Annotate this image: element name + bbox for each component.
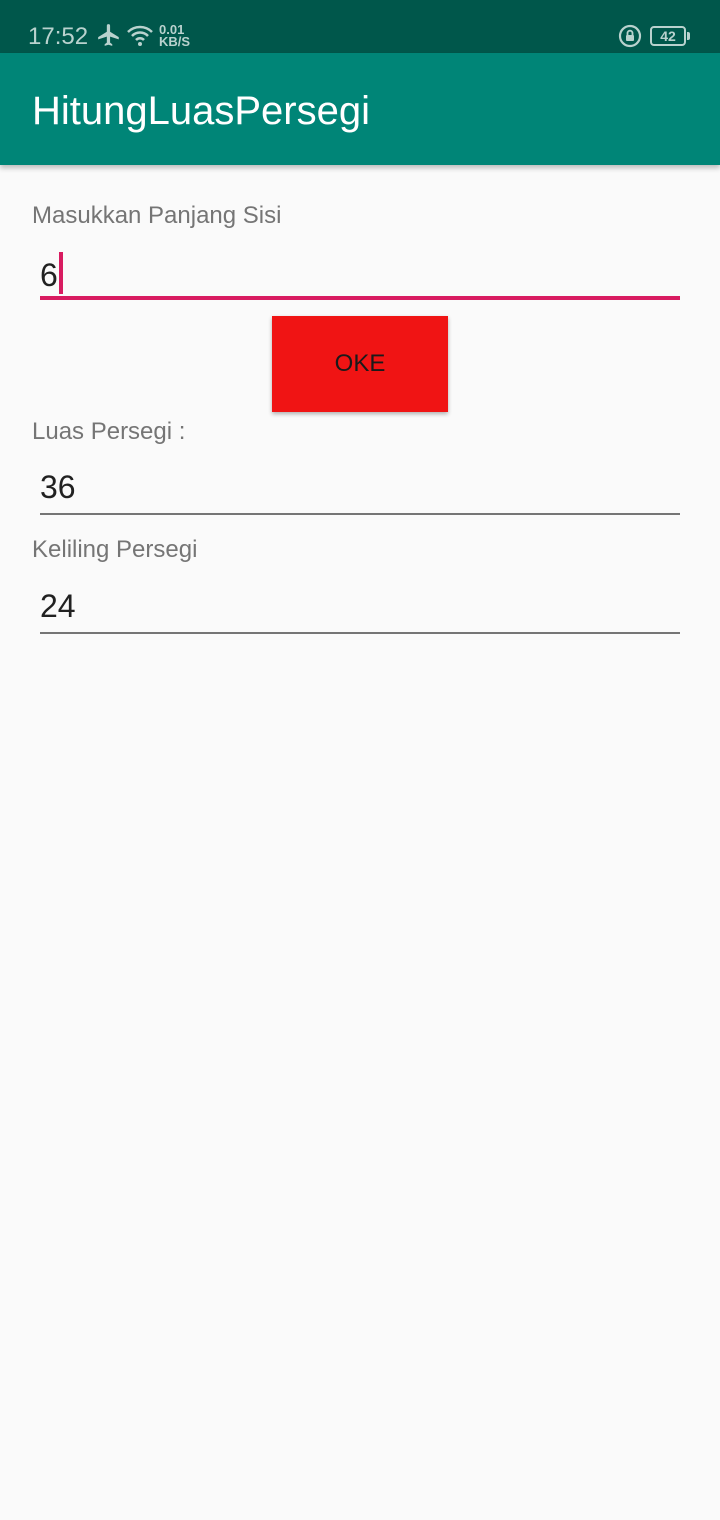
rotation-lock-icon	[618, 24, 642, 48]
perimeter-label: Keliling Persegi	[32, 536, 198, 563]
app-title: HitungLuasPersegi	[32, 89, 370, 133]
perimeter-result-field[interactable]: 24	[40, 586, 680, 634]
airplane-icon	[98, 24, 119, 46]
oke-button[interactable]: OKE	[272, 316, 448, 412]
network-speed-unit: KB/S	[159, 34, 191, 49]
area-result-field[interactable]: 36	[40, 467, 680, 515]
side-length-input[interactable]: 6	[40, 252, 680, 300]
side-length-label: Masukkan Panjang Sisi	[32, 202, 282, 229]
battery-icon: 42	[650, 26, 686, 46]
area-label: Luas Persegi :	[32, 418, 186, 445]
perimeter-result-value: 24	[40, 588, 76, 624]
battery-tip	[687, 32, 690, 40]
status-bar: 17:52 0.01 KB/S 42	[0, 0, 720, 53]
status-time: 17:52	[28, 23, 89, 50]
app-bar: HitungLuasPersegi	[0, 53, 720, 165]
text-cursor	[58, 252, 63, 294]
area-result-value: 36	[40, 469, 76, 505]
side-length-value: 6	[40, 257, 58, 293]
wifi-icon	[127, 25, 153, 46]
network-speed: 0.01 KB/S	[159, 23, 191, 49]
